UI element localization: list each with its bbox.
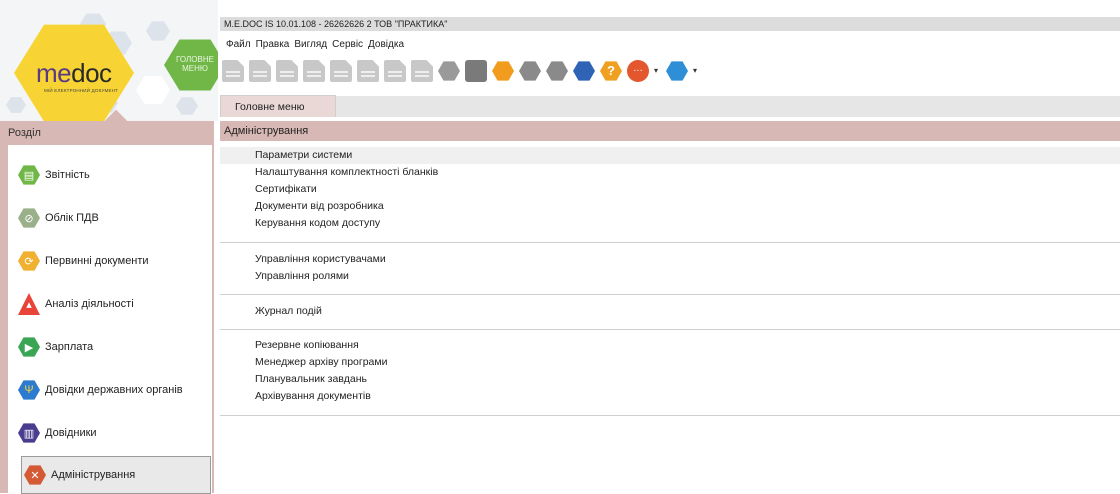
settings-icon[interactable] <box>666 61 688 81</box>
print-icon[interactable] <box>465 60 487 82</box>
admin-menu-list: Параметри системи Налаштування комплектн… <box>220 141 1120 493</box>
sidebar-item-label: Довідки державних органів <box>45 384 183 396</box>
toolbar: ? … ▾ ▾ <box>222 56 705 86</box>
sidebar-item-label: Звітність <box>45 169 90 181</box>
sidebar-item-vat[interactable]: ⊘ Облік ПДВ <box>18 198 208 238</box>
tab-label: Головне меню <box>235 101 305 113</box>
administration-icon: ✕ <box>24 465 46 485</box>
list-item-access-code[interactable]: Керування кодом доступу <box>220 215 1120 232</box>
help-icon[interactable]: ? <box>600 61 622 81</box>
list-item-document-archiving[interactable]: Архівування документів <box>220 388 1120 405</box>
report-icon: ▤ <box>18 165 40 185</box>
edit-document-icon[interactable] <box>330 60 352 82</box>
sidebar-item-label: Первинні документи <box>45 255 149 267</box>
list-item-role-management[interactable]: Управління ролями <box>220 268 1120 285</box>
content-header-title: Адміністрування <box>224 125 309 137</box>
sidebar-item-label: Зарплата <box>45 341 94 353</box>
divider <box>220 415 1120 416</box>
chevron-down-icon[interactable]: ▾ <box>654 60 660 82</box>
menu-help[interactable]: Довідка <box>368 39 404 53</box>
list-item-archive-manager[interactable]: Менеджер архіву програми <box>220 354 1120 371</box>
decor-hex <box>6 97 26 113</box>
menu-bar: Файл Правка Вигляд Сервіс Довідка <box>226 39 404 53</box>
decor-hex <box>146 21 170 41</box>
menu-service[interactable]: Сервіс <box>332 39 363 53</box>
list-item-form-completeness[interactable]: Налаштування комплектності бланків <box>220 164 1120 181</box>
sidebar-item-salary[interactable]: ▶ Зарплата <box>18 327 208 367</box>
sidebar-item-label: Облік ПДВ <box>45 212 99 224</box>
delete-row-icon[interactable] <box>411 60 433 82</box>
list-item-certificates[interactable]: Сертифікати <box>220 181 1120 198</box>
chat-icon[interactable]: … <box>627 60 649 82</box>
delete-document-icon[interactable] <box>276 60 298 82</box>
sidebar-item-directories[interactable]: ▥ Довідники <box>18 413 208 453</box>
logo-text: medoc <box>36 58 112 88</box>
new-document-icon[interactable] <box>222 60 244 82</box>
decor-hex <box>176 97 198 115</box>
window-title: M.E.DOC IS 10.01.108 - 26262626 2 ТОВ "П… <box>224 19 448 29</box>
divider <box>220 329 1120 330</box>
list-item-user-management[interactable]: Управління користувачами <box>220 251 1120 268</box>
sidebar-item-label: Аналіз діяльності <box>45 298 134 310</box>
menu-edit[interactable]: Правка <box>256 39 290 53</box>
title-bar: M.E.DOC IS 10.01.108 - 26262626 2 ТОВ "П… <box>220 17 1120 31</box>
directories-icon: ▥ <box>18 423 40 443</box>
menu-view[interactable]: Вигляд <box>294 39 327 53</box>
copy-document-icon[interactable] <box>303 60 325 82</box>
salary-icon: ▶ <box>18 337 40 357</box>
tab-main-menu[interactable]: Головне меню <box>220 95 336 117</box>
menu-file[interactable]: Файл <box>226 39 251 53</box>
divider <box>220 294 1120 295</box>
decor-hex <box>136 75 170 105</box>
seal-icon[interactable] <box>519 61 541 81</box>
open-document-icon[interactable] <box>249 60 271 82</box>
add-row-icon[interactable] <box>357 60 379 82</box>
list-item-developer-docs[interactable]: Документи від розробника <box>220 198 1120 215</box>
archive-icon[interactable] <box>438 61 460 81</box>
sidebar-title: Розділ <box>8 127 41 139</box>
content-header: Адміністрування <box>220 121 1120 141</box>
sidebar-item-primary-docs[interactable]: ⟳ Первинні документи <box>18 241 208 281</box>
sidebar: Розділ ▤ Звітність ⊘ Облік ПДВ ⟳ Первинн… <box>0 109 214 494</box>
sidebar-item-label: Адміністрування <box>51 469 136 481</box>
main-menu-label[interactable]: ГОЛОВНЕ МЕНЮ <box>170 55 218 73</box>
analysis-icon: ▴ <box>18 293 40 315</box>
sidebar-item-administration[interactable]: ✕ Адміністрування <box>21 456 211 494</box>
list-item-event-log[interactable]: Журнал подій <box>220 303 1120 320</box>
box-icon[interactable] <box>492 61 514 81</box>
logo-area: medoc МІЙ ЕЛЕКТРОННИЙ ДОКУМЕНТ ГОЛОВНЕ М… <box>0 0 218 121</box>
list-item-backup[interactable]: Резервне копіювання <box>220 337 1120 354</box>
envelope-icon[interactable] <box>546 61 568 81</box>
update-icon[interactable] <box>573 61 595 81</box>
sidebar-item-analysis[interactable]: ▴ Аналіз діяльності <box>18 284 208 324</box>
divider <box>220 242 1120 243</box>
logo-subtitle: МІЙ ЕЛЕКТРОННИЙ ДОКУМЕНТ <box>44 88 119 93</box>
tab-strip <box>220 96 1120 117</box>
list-item-system-parameters[interactable]: Параметри системи <box>220 147 1120 164</box>
chevron-down-icon[interactable]: ▾ <box>693 60 699 82</box>
sidebar-header: Розділ <box>0 121 214 145</box>
view-row-icon[interactable] <box>384 60 406 82</box>
primary-docs-icon: ⟳ <box>18 251 40 271</box>
sidebar-item-reporting[interactable]: ▤ Звітність <box>18 155 208 195</box>
list-item-task-scheduler[interactable]: Планувальник завдань <box>220 371 1120 388</box>
sidebar-item-state-references[interactable]: Ψ Довідки державних органів <box>18 370 208 410</box>
sidebar-list: ▤ Звітність ⊘ Облік ПДВ ⟳ Первинні докум… <box>8 145 212 494</box>
state-references-icon: Ψ <box>18 380 40 400</box>
vat-icon: ⊘ <box>18 208 40 228</box>
sidebar-item-label: Довідники <box>45 427 97 439</box>
